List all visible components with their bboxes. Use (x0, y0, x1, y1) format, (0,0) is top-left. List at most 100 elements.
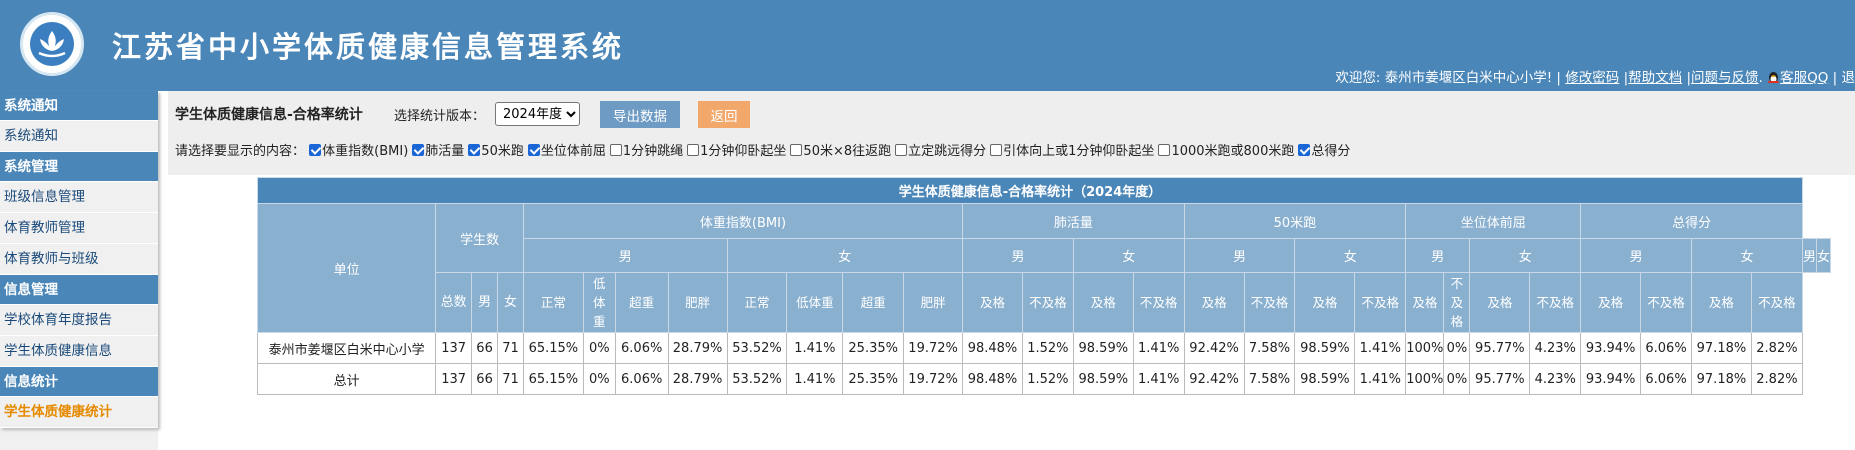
pass-metric-header: 不及格 (1640, 272, 1692, 333)
value-cell: 98.48% (962, 332, 1023, 364)
pass-metric-header: 不及格 (1529, 272, 1582, 333)
user-bar: 欢迎您: 泰州市姜堰区白米中心小学! | 修改密码 |帮助文档 |问题与反馈. … (1335, 70, 1855, 86)
feedback-link[interactable]: 问题与反馈 (1691, 70, 1759, 86)
checkbox-icon[interactable] (687, 144, 700, 156)
option-total-score[interactable]: 总得分 (1298, 140, 1350, 159)
value-cell: 97.18% (1690, 332, 1752, 364)
option-label: 1分钟跳绳 (622, 144, 684, 159)
back-button[interactable]: 返回 (698, 101, 750, 128)
unit-cell: 总计 (256, 363, 437, 395)
table-body: 泰州市姜堰区白米中心小学 137 66 71 65.15% 0% 6.06% 28.79% 53… (256, 332, 1831, 395)
qq-penguin-icon (1767, 70, 1780, 84)
value-cell: 2.82% (1750, 332, 1803, 364)
value-cell: 65.15% (522, 332, 584, 364)
checkbox-checked-icon[interactable] (309, 144, 322, 156)
checkbox-checked-icon[interactable] (468, 144, 481, 156)
gender-header: 男 (1801, 238, 1817, 273)
lotus-icon (30, 22, 74, 66)
value-cell: 0% (1443, 363, 1471, 395)
sidebar-item-health-info[interactable]: 学生体质健康信息 (0, 336, 158, 367)
pass-metric-header: 不及格 (1132, 272, 1185, 333)
unit-cell: 泰州市姜堰区白米中心小学 (256, 332, 437, 364)
sidebar-item-class-info[interactable]: 班级信息管理 (0, 182, 158, 213)
gender-header: 男 (1183, 238, 1296, 273)
checkbox-icon[interactable] (790, 144, 803, 156)
option-lung-capacity[interactable]: 肺活量 (412, 140, 464, 159)
option-sit-ups[interactable]: 1分钟仰卧起坐 (687, 140, 786, 159)
value-cell: 93.94% (1580, 363, 1642, 395)
value-cell: 1.52% (1021, 363, 1074, 395)
sidebar-section-system[interactable]: 系统管理 (0, 152, 158, 182)
value-cell: 92.42% (1183, 363, 1245, 395)
value-cell: 100% (1405, 332, 1445, 364)
metric-row: 总数男女正常 低体重 超重 肥胖 正常 低体重 超重 肥胖 及格 不及格 及格 不及格 及格 不及格 及格不… (258, 272, 1831, 333)
value-cell: 4.23% (1529, 363, 1582, 395)
checkbox-icon[interactable] (1158, 144, 1171, 156)
option-pull-ups[interactable]: 引体向上或1分钟仰卧起坐 (990, 140, 1154, 159)
option-rope-skipping[interactable]: 1分钟跳绳 (609, 140, 684, 159)
value-cell: 25.35% (842, 332, 905, 364)
bmi-metric-header: 低体重 (786, 272, 844, 333)
gender-header: 女 (1072, 238, 1185, 273)
value-cell: 66 (471, 332, 499, 364)
sidebar-menu: 系统通知 系统通知 系统管理 班级信息管理 体育教师管理 体育教师与班级 信息管… (0, 91, 158, 428)
value-cell: 7.58% (1243, 363, 1296, 395)
option-long-run[interactable]: 1000米跑或800米跑 (1158, 140, 1294, 159)
help-docs-link[interactable]: 帮助文档 (1628, 70, 1682, 86)
option-label: 50米跑 (481, 144, 524, 159)
export-data-button[interactable]: 导出数据 (600, 101, 680, 128)
gender-header: 女 (726, 238, 964, 273)
gender-header: 男 (962, 238, 1074, 273)
bmi-metric-header: 正常 (726, 272, 788, 333)
pass-metric-header: 不及格 (1243, 272, 1296, 333)
sidebar-section-notice[interactable]: 系统通知 (0, 91, 158, 121)
value-cell: 0% (582, 363, 616, 395)
option-standing-jump[interactable]: 立定跳远得分 (895, 140, 986, 159)
gender-header: 男 (522, 238, 728, 273)
value-cell: 98.59% (1294, 332, 1356, 364)
change-password-link[interactable]: 修改密码 (1565, 70, 1619, 86)
bmi-metric-header: 肥胖 (667, 272, 728, 333)
checkbox-icon[interactable] (609, 144, 622, 156)
value-cell: 137 (435, 332, 473, 364)
sidebar-item-health-stats[interactable]: 学生体质健康统计 (0, 397, 158, 428)
logout-link[interactable]: | 退 (1833, 70, 1855, 86)
checkbox-checked-icon[interactable] (1298, 144, 1311, 156)
option-bmi[interactable]: 体重指数(BMI) (309, 140, 408, 159)
sidebar-section-stats[interactable]: 信息统计 (0, 367, 158, 397)
sidebar-item-pe-teachers[interactable]: 体育教师管理 (0, 213, 158, 244)
students-sub-header: 女 (497, 272, 524, 333)
sidebar-item-teacher-class[interactable]: 体育教师与班级 (0, 244, 158, 275)
checkbox-icon[interactable] (990, 144, 1003, 156)
customer-service-qq-link[interactable]: 客服QQ (1780, 70, 1828, 86)
version-select[interactable]: 2024年度 (495, 102, 580, 126)
checkbox-icon[interactable] (895, 144, 908, 156)
option-label: 肺活量 (425, 144, 465, 159)
value-cell: 19.72% (903, 332, 964, 364)
option-50m-run[interactable]: 50米跑 (468, 140, 524, 159)
value-cell: 98.59% (1072, 363, 1134, 395)
value-cell: 95.77% (1469, 332, 1531, 364)
option-label: 引体向上或1分钟仰卧起坐 (1003, 144, 1155, 159)
option-sit-and-reach[interactable]: 坐位体前屈 (527, 140, 606, 159)
students-header: 学生数 (435, 203, 524, 273)
pass-metric-header: 及格 (1072, 272, 1134, 333)
checkbox-checked-icon[interactable] (527, 144, 540, 156)
value-cell: 65.15% (522, 363, 584, 395)
value-cell: 53.52% (726, 363, 788, 395)
value-cell: 71 (497, 332, 524, 364)
sidebar-section-info[interactable]: 信息管理 (0, 275, 158, 305)
value-cell: 100% (1405, 363, 1445, 395)
checkbox-checked-icon[interactable] (412, 144, 425, 156)
sidebar-item-notice[interactable]: 系统通知 (0, 121, 158, 152)
value-cell: 98.59% (1072, 332, 1134, 364)
option-shuttle-run[interactable]: 50米×8往返跑 (790, 140, 891, 159)
table-title: 学生体质健康信息-合格率统计（2024年度） (257, 177, 1803, 204)
value-cell: 1.41% (1132, 363, 1185, 395)
option-label: 1分钟仰卧起坐 (700, 144, 787, 159)
pass-metric-header: 及格 (1294, 272, 1356, 333)
pass-metric-header: 及格 (1405, 272, 1445, 333)
sidebar-item-annual-report[interactable]: 学校体育年度报告 (0, 305, 158, 336)
value-cell: 92.42% (1183, 332, 1245, 364)
group-header-lung: 肺活量 (962, 203, 1185, 239)
